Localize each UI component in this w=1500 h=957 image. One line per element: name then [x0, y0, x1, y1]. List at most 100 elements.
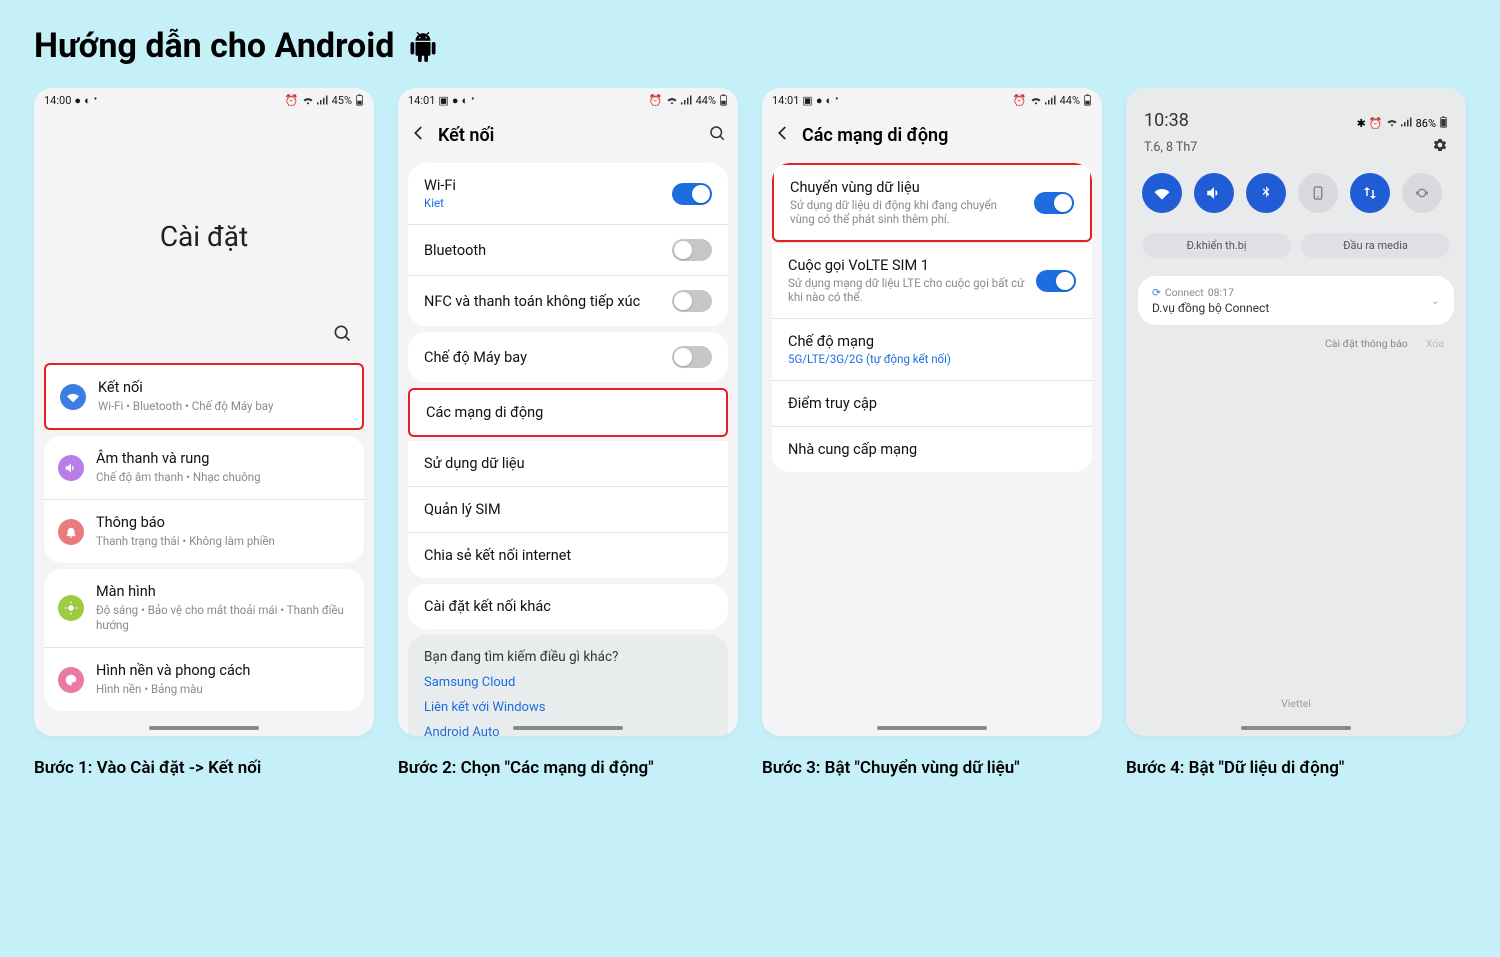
notif-title: D.vụ đồng bộ Connect	[1152, 301, 1431, 315]
gear-icon[interactable]	[1432, 137, 1448, 157]
wifi-icon	[666, 95, 678, 105]
btn-media-output[interactable]: Đầu ra media	[1301, 233, 1450, 258]
back-icon[interactable]	[410, 124, 428, 147]
row-display-label: Màn hình	[96, 583, 350, 601]
page-header: Các mạng di động	[762, 110, 1102, 157]
notif-time: 08:17	[1208, 286, 1234, 299]
messenger-icon: ●	[74, 94, 81, 107]
row-sound-label: Âm thanh và rung	[96, 450, 350, 468]
airplane-toggle[interactable]	[672, 346, 712, 368]
notif-app-row: ⟳ Connect 08:17	[1152, 286, 1431, 299]
row-display[interactable]: Màn hình Độ sáng • Bảo vệ cho mắt thoải …	[44, 569, 364, 647]
home-indicator[interactable]	[877, 726, 987, 730]
row-more-connections[interactable]: Cài đặt kết nối khác	[408, 584, 728, 629]
row-volte-sub: Sử dụng mạng dữ liệu LTE cho cuộc gọi bấ…	[788, 276, 1026, 304]
qs-wifi[interactable]	[1142, 173, 1182, 213]
signal-icon	[1401, 117, 1413, 130]
messages-icon: ◐	[84, 94, 91, 107]
row-data-roaming[interactable]: Chuyển vùng dữ liệu Sử dụng dữ liệu di đ…	[772, 163, 1092, 242]
page-title-text: Hướng dẫn cho Android	[34, 26, 394, 66]
notification-card[interactable]: ⟳ Connect 08:17 D.vụ đồng bộ Connect ⌄	[1138, 276, 1454, 325]
more-icon: •	[835, 94, 838, 105]
row-nfc[interactable]: NFC và thanh toán không tiếp xúc	[408, 275, 728, 326]
qs-sound[interactable]	[1194, 173, 1234, 213]
search-icon[interactable]	[332, 323, 352, 347]
roaming-toggle[interactable]	[1034, 192, 1074, 214]
row-apn-label: Điểm truy cập	[788, 395, 1076, 412]
carrier-label: Viettel	[1126, 697, 1466, 710]
row-wallpaper[interactable]: Hình nền và phong cách Hình nền • Bảng m…	[44, 647, 364, 711]
row-connections[interactable]: Kết nối Wi-Fi • Bluetooth • Chế độ Máy b…	[44, 363, 364, 430]
wifi-toggle[interactable]	[672, 183, 712, 205]
battery-icon	[1083, 94, 1092, 106]
row-nfc-label: NFC và thanh toán không tiếp xúc	[424, 293, 662, 310]
gallery-icon: ▣	[802, 94, 812, 107]
step-4: 10:38 ✱ ⏰ 86% T.6, 8 Th7	[1126, 88, 1466, 778]
status-time: 10:38	[1144, 110, 1189, 131]
phone-1: 14:00 ● ◐ • ⏰ 45%	[34, 88, 374, 736]
home-indicator[interactable]	[149, 726, 259, 730]
row-bt-label: Bluetooth	[424, 242, 662, 259]
step-1: 14:00 ● ◐ • ⏰ 45%	[34, 88, 374, 778]
row-bluetooth[interactable]: Bluetooth	[408, 224, 728, 275]
alarm-icon: ⏰	[1013, 94, 1027, 107]
brightness-icon	[58, 595, 84, 621]
suggest-link-0[interactable]: Samsung Cloud	[424, 675, 712, 690]
row-connections-label: Kết nối	[98, 379, 348, 397]
qs-airplane[interactable]	[1402, 173, 1442, 213]
row-tethering[interactable]: Chia sẻ kết nối internet	[408, 532, 728, 578]
list-mobile-rest: Sử dụng dữ liệu Quản lý SIM Chia sẻ kết …	[408, 441, 728, 578]
status-time: 14:01	[408, 94, 435, 107]
row-wifi[interactable]: Wi-Fi Kiet	[408, 163, 728, 224]
row-operators[interactable]: Nhà cung cấp mạng	[772, 426, 1092, 472]
alarm-icon: ⏰	[1369, 117, 1383, 130]
chevron-down-icon[interactable]: ⌄	[1431, 294, 1440, 307]
page-header: Kết nối	[398, 110, 738, 157]
row-wallpaper-label: Hình nền và phong cách	[96, 662, 350, 680]
suggest-link-1[interactable]: Liên kết với Windows	[424, 700, 712, 715]
palette-icon	[58, 667, 84, 693]
bt-toggle[interactable]	[672, 239, 712, 261]
row-network-mode[interactable]: Chế độ mạng 5G/LTE/3G/2G (tự động kết nố…	[772, 318, 1092, 380]
row-volte[interactable]: Cuộc gọi VoLTE SIM 1 Sử dụng mạng dữ liệ…	[772, 242, 1092, 318]
messenger-icon: ●	[816, 94, 823, 107]
status-battery: 44%	[696, 94, 716, 107]
row-notif[interactable]: Thông báo Thanh trạng thái • Không làm p…	[44, 499, 364, 563]
row-sim-label: Quản lý SIM	[424, 501, 712, 518]
row-sim-manager[interactable]: Quản lý SIM	[408, 486, 728, 532]
qs-mobile-data[interactable]	[1350, 173, 1390, 213]
row-airplane[interactable]: Chế độ Máy bay	[408, 332, 728, 382]
qs-rotation[interactable]	[1298, 173, 1338, 213]
list-mobile-networks: Chuyển vùng dữ liệu Sử dụng dữ liệu di đ…	[772, 163, 1092, 472]
btn-device-control[interactable]: Đ.khiển th.bị	[1142, 233, 1291, 258]
row-mobile-label: Các mạng di động	[426, 404, 710, 421]
status-time: 14:00	[44, 94, 71, 107]
home-indicator[interactable]	[513, 726, 623, 730]
card-display-wall: Màn hình Độ sáng • Bảo vệ cho mắt thoải …	[44, 569, 364, 711]
notif-clear[interactable]: Xóa	[1426, 337, 1444, 350]
wifi-icon	[302, 95, 314, 105]
notif-footer: Cài đặt thông báo Xóa	[1126, 333, 1466, 354]
volte-toggle[interactable]	[1036, 270, 1076, 292]
statusbar: 14:01 ▣ ● ◐ • ⏰ 44%	[762, 88, 1102, 110]
statusbar: 14:01 ▣ ● ◐ • ⏰ 44%	[398, 88, 738, 110]
list-airplane: Chế độ Máy bay	[408, 332, 728, 382]
search-icon[interactable]	[708, 124, 726, 147]
phone-4: 10:38 ✱ ⏰ 86% T.6, 8 Th7	[1126, 88, 1466, 736]
battery-icon	[355, 94, 364, 106]
row-data-usage[interactable]: Sử dụng dữ liệu	[408, 441, 728, 486]
status-time: 14:01	[772, 94, 799, 107]
wifi-icon	[1386, 117, 1398, 130]
battery-icon	[1439, 116, 1448, 131]
back-icon[interactable]	[774, 124, 792, 147]
home-indicator[interactable]	[1241, 726, 1351, 730]
notif-settings[interactable]: Cài đặt thông báo	[1325, 337, 1408, 350]
status-battery: 86%	[1416, 117, 1436, 130]
row-mobile-networks[interactable]: Các mạng di động	[408, 388, 728, 437]
status-battery: 45%	[332, 94, 352, 107]
qs-bluetooth[interactable]	[1246, 173, 1286, 213]
row-more-label: Cài đặt kết nối khác	[424, 598, 712, 615]
row-apn[interactable]: Điểm truy cập	[772, 380, 1092, 426]
row-sound[interactable]: Âm thanh và rung Chế độ âm thanh • Nhạc …	[44, 436, 364, 499]
nfc-toggle[interactable]	[672, 290, 712, 312]
